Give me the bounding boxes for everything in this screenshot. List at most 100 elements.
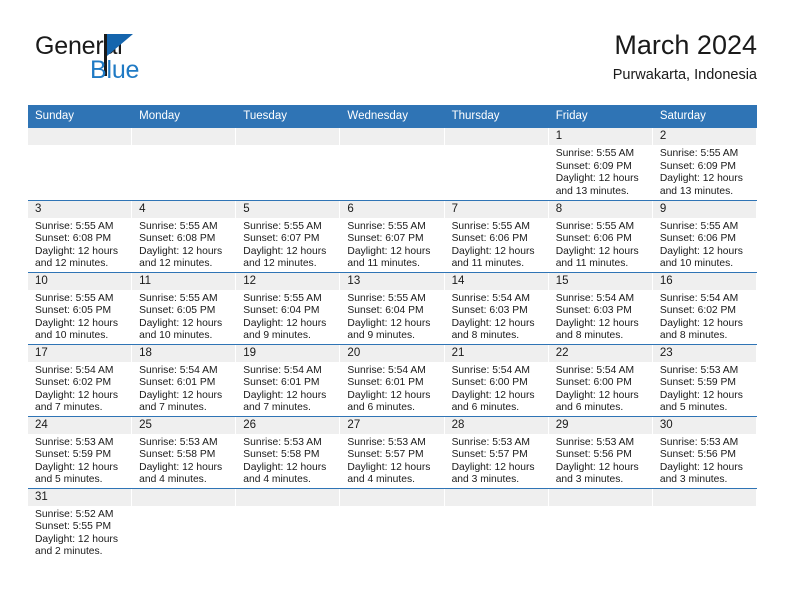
day-number: 2 <box>652 128 757 145</box>
sunset-text: Sunset: 6:01 PM <box>243 377 320 389</box>
calendar-week-row: 31 Sunrise: 5:52 AM Sunset: 5:55 PM Dayligh… <box>28 487 757 560</box>
calendar-week-row: 1 Sunrise: 5:55 AM Sunset: 6:09 PM Daylight… <box>28 128 757 200</box>
day-number: 22 <box>548 344 653 362</box>
calendar-day-cell[interactable]: 28 Sunrise: 5:53 AM Sunset: 5:57 PM Dayligh… <box>444 415 549 488</box>
calendar-day-cell[interactable]: 19 Sunrise: 5:54 AM Sunset: 6:01 PM Dayligh… <box>236 343 341 416</box>
sunrise-text: Sunrise: 5:54 AM <box>451 292 530 304</box>
calendar-day-cell[interactable]: 1 Sunrise: 5:55 AM Sunset: 6:09 PM Daylight… <box>548 128 653 200</box>
sunrise-text: Sunrise: 5:55 AM <box>659 148 739 159</box>
calendar-day-cell[interactable]: 14 Sunrise: 5:54 AM Sunset: 6:03 PM Dayligh… <box>444 271 549 344</box>
daylight-text-line2: and 11 minutes. <box>555 258 629 270</box>
calendar-day-cell[interactable]: 21 Sunrise: 5:54 AM Sunset: 6:00 PM Dayligh… <box>444 343 549 416</box>
calendar-day-cell[interactable]: 25 Sunrise: 5:53 AM Sunset: 5:58 PM Dayligh… <box>132 415 237 488</box>
calendar-day-cell[interactable]: 18 Sunrise: 5:54 AM Sunset: 6:01 PM Dayligh… <box>132 343 237 416</box>
sunrise-text: Sunrise: 5:53 AM <box>659 436 739 448</box>
calendar-day-cell[interactable]: 16 Sunrise: 5:54 AM Sunset: 6:02 PM Dayligh… <box>652 271 757 344</box>
day-number: 17 <box>28 344 133 362</box>
calendar-day-cell[interactable]: 11 Sunrise: 5:55 AM Sunset: 6:05 PM Dayligh… <box>132 271 237 344</box>
daylight-text-line1: Daylight: 12 hours <box>243 389 327 401</box>
daylight-text-line1: Daylight: 12 hours <box>35 461 118 473</box>
daylight-text-line1: Daylight: 12 hours <box>555 317 639 329</box>
daylight-text-line2: and 8 minutes. <box>659 330 728 342</box>
day-details: Sunrise: 5:55 AM Sunset: 6:08 PM Daylight:… <box>132 218 236 271</box>
calendar-day-cell[interactable]: 26 Sunrise: 5:53 AM Sunset: 5:58 PM Dayligh… <box>236 415 341 488</box>
sunset-text: Sunset: 5:58 PM <box>243 449 320 461</box>
day-number <box>340 128 445 145</box>
sunset-text: Sunset: 6:03 PM <box>555 305 632 317</box>
daylight-text-line1: Daylight: 12 hours <box>451 245 535 257</box>
sunset-text: Sunset: 6:05 PM <box>139 305 216 317</box>
daylight-text-line2: and 10 minutes. <box>659 258 734 270</box>
calendar-day-cell[interactable]: 3 Sunrise: 5:55 AM Sunset: 6:08 PM Daylight… <box>28 199 133 272</box>
daylight-text-line2: and 9 minutes. <box>243 330 311 342</box>
weekday-header-friday: Friday <box>548 105 653 128</box>
daylight-text-line2: and 3 minutes. <box>451 474 520 486</box>
calendar-day-cell-empty <box>132 128 237 200</box>
sunrise-text: Sunrise: 5:53 AM <box>139 436 218 448</box>
calendar-day-cell[interactable]: 17 Sunrise: 5:54 AM Sunset: 6:02 PM Dayligh… <box>28 343 133 416</box>
calendar-day-cell[interactable]: 9 Sunrise: 5:55 AM Sunset: 6:06 PM Daylight… <box>652 199 757 272</box>
calendar-day-cell[interactable]: 23 Sunrise: 5:53 AM Sunset: 5:59 PM Dayligh… <box>652 343 757 416</box>
day-number: 24 <box>28 416 133 434</box>
day-number: 31 <box>28 488 133 506</box>
calendar-week-row: 24 Sunrise: 5:53 AM Sunset: 5:59 PM Dayligh… <box>28 415 757 488</box>
sunset-text: Sunset: 6:04 PM <box>243 305 320 317</box>
calendar-day-cell[interactable]: 10 Sunrise: 5:55 AM Sunset: 6:05 PM Dayligh… <box>28 271 133 344</box>
sunrise-text: Sunrise: 5:55 AM <box>555 148 635 159</box>
day-number: 30 <box>652 416 757 434</box>
day-number: 3 <box>28 200 133 218</box>
calendar-day-cell[interactable]: 31 Sunrise: 5:52 AM Sunset: 5:55 PM Dayligh… <box>28 487 133 560</box>
general-blue-logo[interactable]: General Blue <box>35 32 275 92</box>
daylight-text-line1: Daylight: 12 hours <box>659 389 743 401</box>
calendar-day-cell[interactable]: 7 Sunrise: 5:55 AM Sunset: 6:06 PM Daylight… <box>444 199 549 272</box>
daylight-text-line1: Daylight: 12 hours <box>659 461 743 473</box>
sunrise-text: Sunrise: 5:53 AM <box>35 436 114 448</box>
sunset-text: Sunset: 6:02 PM <box>35 377 112 389</box>
calendar-day-cell[interactable]: 29 Sunrise: 5:53 AM Sunset: 5:56 PM Dayligh… <box>548 415 653 488</box>
day-number: 6 <box>340 200 445 218</box>
daylight-text-line2: and 7 minutes. <box>243 402 311 414</box>
calendar-day-cell[interactable]: 20 Sunrise: 5:54 AM Sunset: 6:01 PM Dayligh… <box>340 343 445 416</box>
calendar-day-cell[interactable]: 8 Sunrise: 5:55 AM Sunset: 6:06 PM Daylight… <box>548 199 653 272</box>
daylight-text-line1: Daylight: 12 hours <box>139 461 223 473</box>
day-details: Sunrise: 5:53 AM Sunset: 5:59 PM Daylight:… <box>653 362 757 415</box>
daylight-text-line2: and 4 minutes. <box>243 474 311 486</box>
sunset-text: Sunset: 6:09 PM <box>659 160 736 172</box>
sunrise-text: Sunrise: 5:54 AM <box>659 292 739 304</box>
calendar-day-cell[interactable]: 15 Sunrise: 5:54 AM Sunset: 6:03 PM Dayligh… <box>548 271 653 344</box>
day-number: 18 <box>132 344 237 362</box>
day-details: Sunrise: 5:55 AM Sunset: 6:04 PM Daylight:… <box>340 290 444 343</box>
daylight-text-line1: Daylight: 12 hours <box>243 461 327 473</box>
sunrise-text: Sunrise: 5:55 AM <box>243 220 322 232</box>
calendar-day-cell[interactable]: 4 Sunrise: 5:55 AM Sunset: 6:08 PM Daylight… <box>132 199 237 272</box>
sunrise-text: Sunrise: 5:54 AM <box>139 364 218 376</box>
daylight-text-line2: and 9 minutes. <box>347 330 415 342</box>
calendar-day-cell[interactable]: 12 Sunrise: 5:55 AM Sunset: 6:04 PM Dayligh… <box>236 271 341 344</box>
calendar-day-cell[interactable]: 27 Sunrise: 5:53 AM Sunset: 5:57 PM Dayligh… <box>340 415 445 488</box>
sunset-text: Sunset: 5:57 PM <box>451 449 528 461</box>
day-number: 4 <box>132 200 237 218</box>
calendar-day-cell-empty <box>340 128 445 200</box>
calendar-day-cell[interactable]: 6 Sunrise: 5:55 AM Sunset: 6:07 PM Daylight… <box>340 199 445 272</box>
day-number <box>548 488 653 506</box>
day-number: 20 <box>340 344 445 362</box>
calendar-day-cell[interactable]: 13 Sunrise: 5:55 AM Sunset: 6:04 PM Dayligh… <box>340 271 445 344</box>
sunset-text: Sunset: 6:08 PM <box>139 233 216 245</box>
calendar-day-cell[interactable]: 24 Sunrise: 5:53 AM Sunset: 5:59 PM Dayligh… <box>28 415 133 488</box>
sunset-text: Sunset: 5:56 PM <box>555 449 632 461</box>
day-details: Sunrise: 5:53 AM Sunset: 5:59 PM Daylight:… <box>28 434 132 487</box>
sunrise-text: Sunrise: 5:53 AM <box>347 436 426 448</box>
day-number <box>28 128 133 145</box>
daylight-text-line1: Daylight: 12 hours <box>451 317 535 329</box>
calendar-day-cell[interactable]: 22 Sunrise: 5:54 AM Sunset: 6:00 PM Dayligh… <box>548 343 653 416</box>
calendar-day-cell-empty <box>444 128 549 200</box>
calendar-day-cell[interactable]: 2 Sunrise: 5:55 AM Sunset: 6:09 PM Daylight… <box>652 128 757 200</box>
calendar-day-cell[interactable]: 30 Sunrise: 5:53 AM Sunset: 5:56 PM Dayligh… <box>652 415 757 488</box>
daylight-text-line2: and 4 minutes. <box>139 474 207 486</box>
daylight-text-line2: and 3 minutes. <box>555 474 624 486</box>
day-number <box>444 488 549 506</box>
sunset-text: Sunset: 6:09 PM <box>555 160 632 172</box>
daylight-text-line1: Daylight: 12 hours <box>555 461 639 473</box>
daylight-text-line1: Daylight: 12 hours <box>659 317 743 329</box>
calendar-day-cell[interactable]: 5 Sunrise: 5:55 AM Sunset: 6:07 PM Daylight… <box>236 199 341 272</box>
